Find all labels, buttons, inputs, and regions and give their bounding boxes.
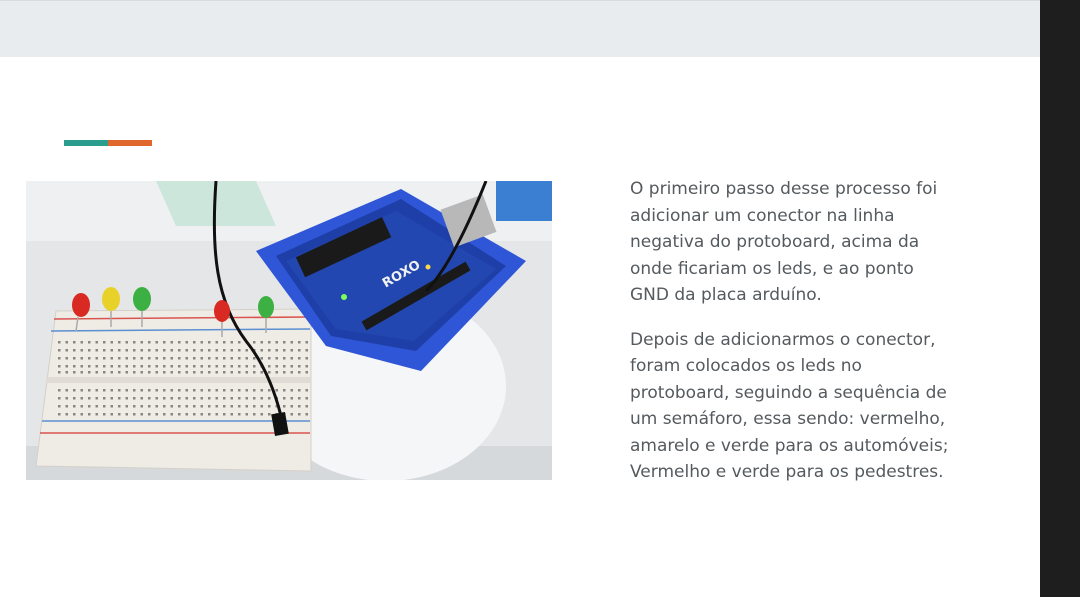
slide-text: O primeiro passo desse processo foi adic…: [630, 176, 960, 504]
accent-bar-orange: [108, 140, 152, 146]
arduino-photo: ROXO: [26, 181, 552, 480]
paragraph-1: O primeiro passo desse processo foi adic…: [630, 179, 938, 305]
breadboard: [35, 308, 312, 472]
accent-bar-teal: [64, 140, 108, 146]
presentation-viewport: ROXO O primeiro passo desse processo foi…: [0, 0, 1080, 597]
top-band: [0, 0, 1040, 57]
right-rail: [1040, 0, 1080, 597]
accent-bar: [64, 140, 152, 146]
paragraph-2: Depois de adicionarmos o conector, foram…: [630, 329, 949, 483]
arduino-photo-illustration: ROXO: [26, 181, 552, 480]
